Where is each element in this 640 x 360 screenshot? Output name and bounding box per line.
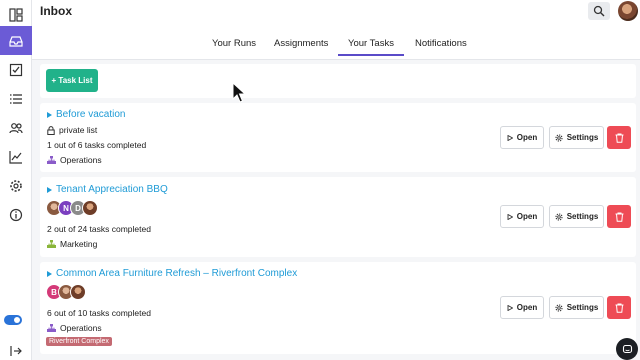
open-label: Open [516,212,538,221]
delete-button[interactable] [607,296,631,319]
logout-icon[interactable] [0,336,32,360]
expand-icon[interactable] [47,111,52,118]
team-row: Operations [47,323,102,333]
trash-icon [615,133,623,143]
gear-icon [555,303,563,312]
list-title-text[interactable]: Before vacation [56,109,126,120]
list-item: Before vacation private list 1 out of 6 … [40,103,636,172]
delete-button[interactable] [607,126,631,149]
list-title[interactable]: Common Area Furniture Refresh – Riverfro… [47,268,297,279]
tab-your-runs[interactable]: Your Runs [212,38,256,49]
avatar [70,284,86,300]
progress-text: 1 out of 6 tasks completed [47,140,147,150]
team-label: Operations [60,323,102,333]
checklist-icon[interactable] [0,55,32,84]
tab-bar: Your Runs Assignments Your Tasks Notific… [32,24,640,60]
avatar [82,200,98,216]
open-button[interactable]: Open [500,296,544,319]
team-label: Operations [60,155,102,165]
trash-icon [615,212,623,222]
open-button[interactable]: Open [500,205,544,228]
avatar[interactable] [618,1,638,21]
page-title: Inbox [40,4,72,18]
list-title-text[interactable]: Tenant Appreciation BBQ [56,184,168,195]
team-row: Operations [47,155,102,165]
toggle-icon[interactable] [4,315,22,325]
team-icon [47,324,56,332]
dashboard-icon[interactable] [0,0,32,29]
play-icon [507,134,513,141]
list-item: Tenant Appreciation BBQ N D 2 out of 24 … [40,177,636,257]
settings-label: Settings [566,303,599,312]
gear-icon [555,212,563,221]
member-avatars: N D [46,200,98,216]
top-bar: Inbox [32,0,640,24]
open-label: Open [516,133,538,142]
gear-icon[interactable] [0,171,32,200]
list-title[interactable]: Before vacation [47,109,126,120]
settings-label: Settings [566,212,599,221]
mouse-cursor-icon [232,82,246,103]
lock-icon [47,125,55,135]
list-item: Common Area Furniture Refresh – Riverfro… [40,262,636,354]
list-title[interactable]: Tenant Appreciation BBQ [47,184,168,195]
tab-notifications[interactable]: Notifications [415,38,467,49]
play-icon [507,304,513,311]
list-icon[interactable] [0,84,32,113]
action-bar: + Task List [40,64,636,98]
chat-icon[interactable] [616,338,638,360]
team-label: Marketing [60,239,98,249]
tab-your-tasks[interactable]: Your Tasks [338,38,404,56]
expand-icon[interactable] [47,186,52,193]
open-button[interactable]: Open [500,126,544,149]
location-tag: Riverfront Complex [46,337,112,346]
privacy-label: private list [59,125,98,135]
trash-icon [615,303,623,313]
chart-icon[interactable] [0,142,32,171]
settings-button[interactable]: Settings [549,205,604,228]
progress-text: 2 out of 24 tasks completed [47,224,151,234]
settings-button[interactable]: Settings [549,126,604,149]
team-icon [47,240,56,248]
progress-text: 6 out of 10 tasks completed [47,308,151,318]
info-icon[interactable] [0,200,32,229]
settings-button[interactable]: Settings [549,296,604,319]
search-icon[interactable] [588,2,610,20]
sidebar [0,0,32,360]
delete-button[interactable] [607,205,631,228]
team-icon [47,156,56,164]
add-task-list-button[interactable]: + Task List [46,69,98,92]
inbox-icon[interactable] [0,26,32,55]
privacy-row: private list [47,125,97,135]
play-icon [507,213,513,220]
gear-icon [555,133,563,142]
team-row: Marketing [47,239,97,249]
member-avatars: B [46,284,86,300]
settings-label: Settings [566,133,599,142]
list-title-text[interactable]: Common Area Furniture Refresh – Riverfro… [56,268,297,279]
open-label: Open [516,303,538,312]
tab-assignments[interactable]: Assignments [274,38,328,49]
expand-icon[interactable] [47,270,52,277]
users-icon[interactable] [0,113,32,142]
